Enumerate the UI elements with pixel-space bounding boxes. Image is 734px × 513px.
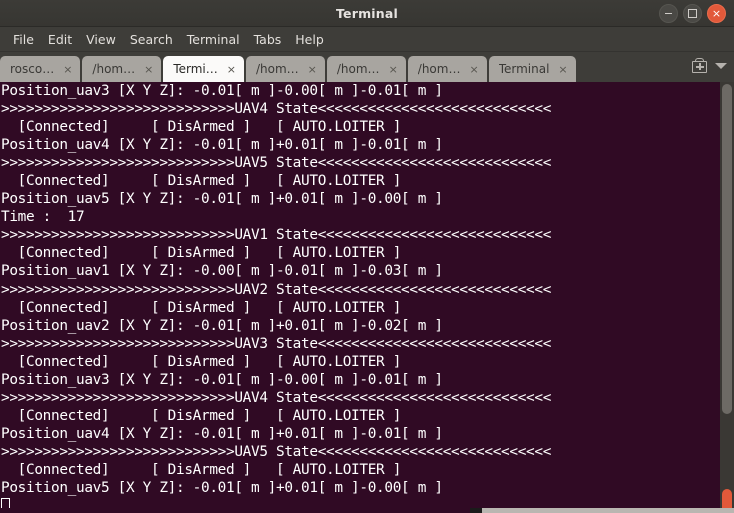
tab-label: Termi… <box>173 62 218 76</box>
window-controls: × <box>659 4 726 23</box>
terminal-body: Position_uav3 [X Y Z]: -0.01[ m ]-0.00[ … <box>0 82 734 513</box>
menu-help[interactable]: Help <box>288 30 331 49</box>
terminal-line: Position_uav3 [X Y Z]: -0.01[ m ]-0.00[ … <box>1 83 443 99</box>
maximize-icon <box>688 9 697 18</box>
menu-search[interactable]: Search <box>123 30 180 49</box>
menu-view[interactable]: View <box>79 30 123 49</box>
menu-edit[interactable]: Edit <box>41 30 79 49</box>
terminal-line: [Connected] [ DisArmed ] [ AUTO.LOITER ] <box>1 245 402 262</box>
terminal-line: >>>>>>>>>>>>>>>>>>>>>>>>>>>>UAV3 State<<… <box>1 335 552 352</box>
new-tab-icon[interactable] <box>691 57 708 74</box>
tab-bar-tools <box>684 52 734 82</box>
terminal-window: Terminal × File Edit View Search Termina… <box>0 0 734 513</box>
terminal-line: [Connected] [ DisArmed ] [ AUTO.LOITER ] <box>1 407 402 424</box>
minimize-icon <box>665 12 672 15</box>
terminal-line: >>>>>>>>>>>>>>>>>>>>>>>>>>>>UAV5 State<<… <box>1 155 552 172</box>
tab-bar: rosco… × /hom… × Termi… × /hom… × /hom… … <box>0 52 734 82</box>
tab-4[interactable]: /hom… × <box>326 56 406 82</box>
title-bar: Terminal × <box>0 0 734 27</box>
tab-close-icon[interactable]: × <box>60 64 75 75</box>
tab-2-active[interactable]: Termi… × <box>163 56 244 82</box>
terminal-line: Position_uav5 [X Y Z]: -0.01[ m ]+0.01[ … <box>1 191 443 208</box>
terminal-scrollbar[interactable] <box>720 82 734 513</box>
tab-close-icon[interactable]: × <box>141 64 156 75</box>
terminal-line: Position_uav3 [X Y Z]: -0.01[ m ]-0.00[ … <box>1 371 443 388</box>
close-button[interactable]: × <box>707 4 726 23</box>
terminal-line: >>>>>>>>>>>>>>>>>>>>>>>>>>>>UAV4 State<<… <box>1 389 552 406</box>
terminal-line: Position_uav4 [X Y Z]: -0.01[ m ]+0.01[ … <box>1 425 443 442</box>
tab-close-icon[interactable]: × <box>386 64 401 75</box>
tab-label: /hom… <box>92 62 136 76</box>
terminal-line: [Connected] [ DisArmed ] [ AUTO.LOITER ] <box>1 173 402 190</box>
terminal-line: >>>>>>>>>>>>>>>>>>>>>>>>>>>>UAV1 State<<… <box>1 227 552 244</box>
tab-close-icon[interactable]: × <box>224 64 239 75</box>
terminal-line: Time : 17 <box>1 209 85 226</box>
menu-terminal[interactable]: Terminal <box>180 30 247 49</box>
window-bottom-edge <box>0 508 734 513</box>
terminal-line: [Connected] [ DisArmed ] [ AUTO.LOITER ] <box>1 119 402 136</box>
minimize-button[interactable] <box>659 4 678 23</box>
tab-6[interactable]: Terminal × <box>488 56 576 82</box>
terminal-line: Position_uav1 [X Y Z]: -0.00[ m ]-0.01[ … <box>1 263 443 280</box>
terminal-line: >>>>>>>>>>>>>>>>>>>>>>>>>>>>UAV5 State<<… <box>1 443 552 460</box>
tab-label: /hom… <box>417 62 461 76</box>
tab-1[interactable]: /hom… × <box>82 56 162 82</box>
tab-strip: rosco… × /hom… × Termi… × /hom… × /hom… … <box>0 52 684 82</box>
tab-label: /hom… <box>255 62 299 76</box>
window-title: Terminal <box>335 5 399 21</box>
menu-bar: File Edit View Search Terminal Tabs Help <box>0 27 734 52</box>
menu-file[interactable]: File <box>6 30 41 49</box>
terminal-line: Position_uav4 [X Y Z]: -0.01[ m ]+0.01[ … <box>1 137 443 154</box>
terminal-line: Position_uav2 [X Y Z]: -0.01[ m ]+0.01[ … <box>1 317 443 334</box>
terminal-line: [Connected] [ DisArmed ] [ AUTO.LOITER ] <box>1 461 402 478</box>
maximize-button[interactable] <box>683 4 702 23</box>
terminal-line: >>>>>>>>>>>>>>>>>>>>>>>>>>>>UAV2 State<<… <box>1 281 552 298</box>
terminal-line: Position_uav5 [X Y Z]: -0.01[ m ]+0.01[ … <box>1 480 443 497</box>
terminal-line: [Connected] [ DisArmed ] [ AUTO.LOITER ] <box>1 353 402 370</box>
terminal-line: >>>>>>>>>>>>>>>>>>>>>>>>>>>>UAV4 State<<… <box>1 101 552 118</box>
tab-close-icon[interactable]: × <box>305 64 320 75</box>
terminal-line: [Connected] [ DisArmed ] [ AUTO.LOITER ] <box>1 299 402 316</box>
tab-label: /hom… <box>336 62 380 76</box>
terminal-output[interactable]: Position_uav3 [X Y Z]: -0.01[ m ]-0.00[ … <box>0 82 720 513</box>
chevron-down-icon[interactable] <box>715 62 727 69</box>
tab-close-icon[interactable]: × <box>555 64 570 75</box>
tab-0[interactable]: rosco… × <box>0 56 81 82</box>
tab-label: rosco… <box>10 62 55 76</box>
tab-5[interactable]: /hom… × <box>407 56 487 82</box>
scrollbar-thumb[interactable] <box>722 84 732 414</box>
menu-tabs[interactable]: Tabs <box>247 30 289 49</box>
tab-close-icon[interactable]: × <box>466 64 481 75</box>
tab-label: Terminal <box>498 62 550 76</box>
tab-3[interactable]: /hom… × <box>245 56 325 82</box>
close-icon: × <box>711 6 722 20</box>
